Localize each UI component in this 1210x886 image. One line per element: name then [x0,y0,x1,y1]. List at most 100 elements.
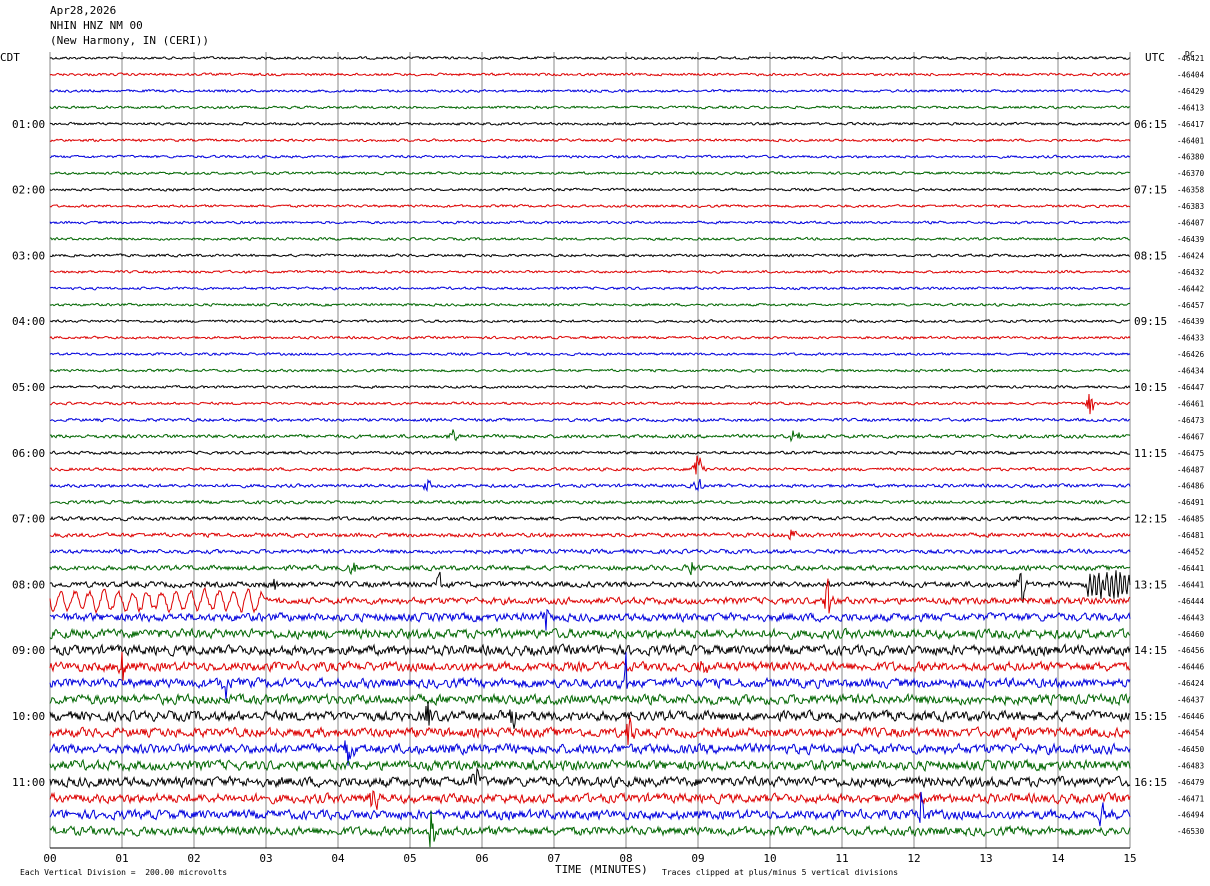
trace-line [49,55,1131,61]
trace-line [49,319,1131,324]
dc-offset-label: -46370 [1177,169,1205,178]
cdt-hour-label: 11:00 [12,776,45,789]
x-tick-label: 09 [691,852,704,865]
dc-offset-label: -46483 [1177,761,1204,770]
trace-line [49,499,1131,505]
utc-hour-label: 06:15 [1134,118,1167,131]
cdt-hour-label: 01:00 [12,118,45,131]
dc-offset-label: -46443 [1177,613,1204,622]
trace-line [49,758,1131,773]
trace-line [49,393,1131,415]
dc-offset-label: -46447 [1177,383,1204,392]
trace-line [49,791,1131,827]
dc-offset-label: -46487 [1177,465,1204,474]
dc-offset-label: -46383 [1177,202,1204,211]
trace-line [49,384,1131,390]
dc-offset-label: -46446 [1177,663,1205,672]
dc-offset-label: -46481 [1177,531,1204,540]
trace-line [49,429,1131,443]
trace-line [49,269,1131,274]
trace-line [49,105,1131,110]
x-tick-label: 15 [1123,852,1136,865]
utc-hour-label: 07:15 [1134,184,1167,197]
trace-line [49,154,1131,159]
trace-line [49,478,1131,493]
trace-line [49,368,1131,373]
dc-offset-label: -46437 [1177,696,1204,705]
cdt-hour-label: 06:00 [12,447,45,460]
trace-line [49,450,1131,456]
trace-line [49,717,1131,746]
dc-offset-label: -46486 [1177,482,1205,491]
trace-line [49,810,1131,848]
trace-line [49,766,1131,789]
dc-offset-label: -46479 [1177,778,1204,787]
dc-offset-label: -46467 [1177,432,1204,441]
dc-offset-label: -46442 [1177,284,1204,293]
trace-line [50,286,1131,291]
trace-line [49,302,1131,307]
dc-offset-label: -46530 [1177,827,1205,836]
trace-line [49,220,1131,225]
utc-hour-label: 08:15 [1134,249,1167,262]
dc-offset-label: -46460 [1177,630,1205,639]
dc-offset-label: -46475 [1177,449,1204,458]
cdt-hour-label: 02:00 [12,184,45,197]
dc-offset-label: -46457 [1177,301,1204,310]
trace-line [49,138,1131,143]
dc-offset-label: -46446 [1177,712,1205,721]
cdt-hour-label: 10:00 [12,710,45,723]
dc-offset-label: -46473 [1177,416,1204,425]
x-axis-label: TIME (MINUTES) [555,863,648,876]
dc-offset-label: -46432 [1177,268,1204,277]
utc-hour-label: 16:15 [1134,776,1167,789]
utc-hour-label: 13:15 [1134,578,1167,591]
x-tick-label: 14 [1051,852,1065,865]
trace-line [49,652,1131,700]
trace-line [49,352,1131,357]
x-tick-label: 05 [403,852,416,865]
trace-line [50,417,1131,423]
dc-offset-label: -46456 [1177,646,1205,655]
trace-line [49,253,1131,258]
dc-offset-label: -46461 [1177,399,1204,408]
dc-offset-label: -46401 [1177,136,1204,145]
dc-offset-label: -46424 [1177,679,1205,688]
utc-hour-label: 11:15 [1134,447,1167,460]
dc-offset-label: -46494 [1177,811,1205,820]
x-tick-label: 10 [763,852,776,865]
dc-offset-label: -46434 [1177,367,1205,376]
x-tick-label: 04 [331,852,345,865]
trace-line [49,515,1131,522]
x-tick-label: 06 [475,852,488,865]
trace-line [49,701,1131,729]
x-tick-label: 01 [115,852,128,865]
clip-note: Traces clipped at plus/minus 5 vertical … [662,868,899,877]
trace-line [49,548,1131,555]
utc-hour-label: 15:15 [1134,710,1167,723]
utc-hour-label: 10:15 [1134,381,1167,394]
dc-offset-label: -46471 [1177,794,1204,803]
dc-offset-label: -46429 [1177,87,1204,96]
dc-offset-label: -46358 [1177,186,1205,195]
dc-offset-label: -46426 [1177,350,1205,359]
dc-offset-label: -46424 [1177,251,1205,260]
trace-line [49,171,1131,176]
trace-line [49,72,1131,77]
cdt-hour-label: 05:00 [12,381,45,394]
cdt-hour-label: 04:00 [12,315,45,328]
trace-line [49,643,1131,658]
trace-line [49,88,1131,94]
dc-offset-label: -46439 [1177,235,1204,244]
dc-offset-label: -46433 [1177,334,1204,343]
dc-offset-label: -46407 [1177,219,1204,228]
dc-offset-label: -46485 [1177,515,1204,524]
dc-offset-label: -46380 [1177,153,1205,162]
x-tick-label: 03 [259,852,272,865]
trace-line [49,204,1131,209]
dc-offset-label: -46421 [1177,54,1204,63]
utc-hour-label: 12:15 [1134,513,1167,526]
trace-line [49,651,1131,681]
dc-offset-label: -46413 [1177,103,1204,112]
cdt-hour-label: 07:00 [12,513,45,526]
